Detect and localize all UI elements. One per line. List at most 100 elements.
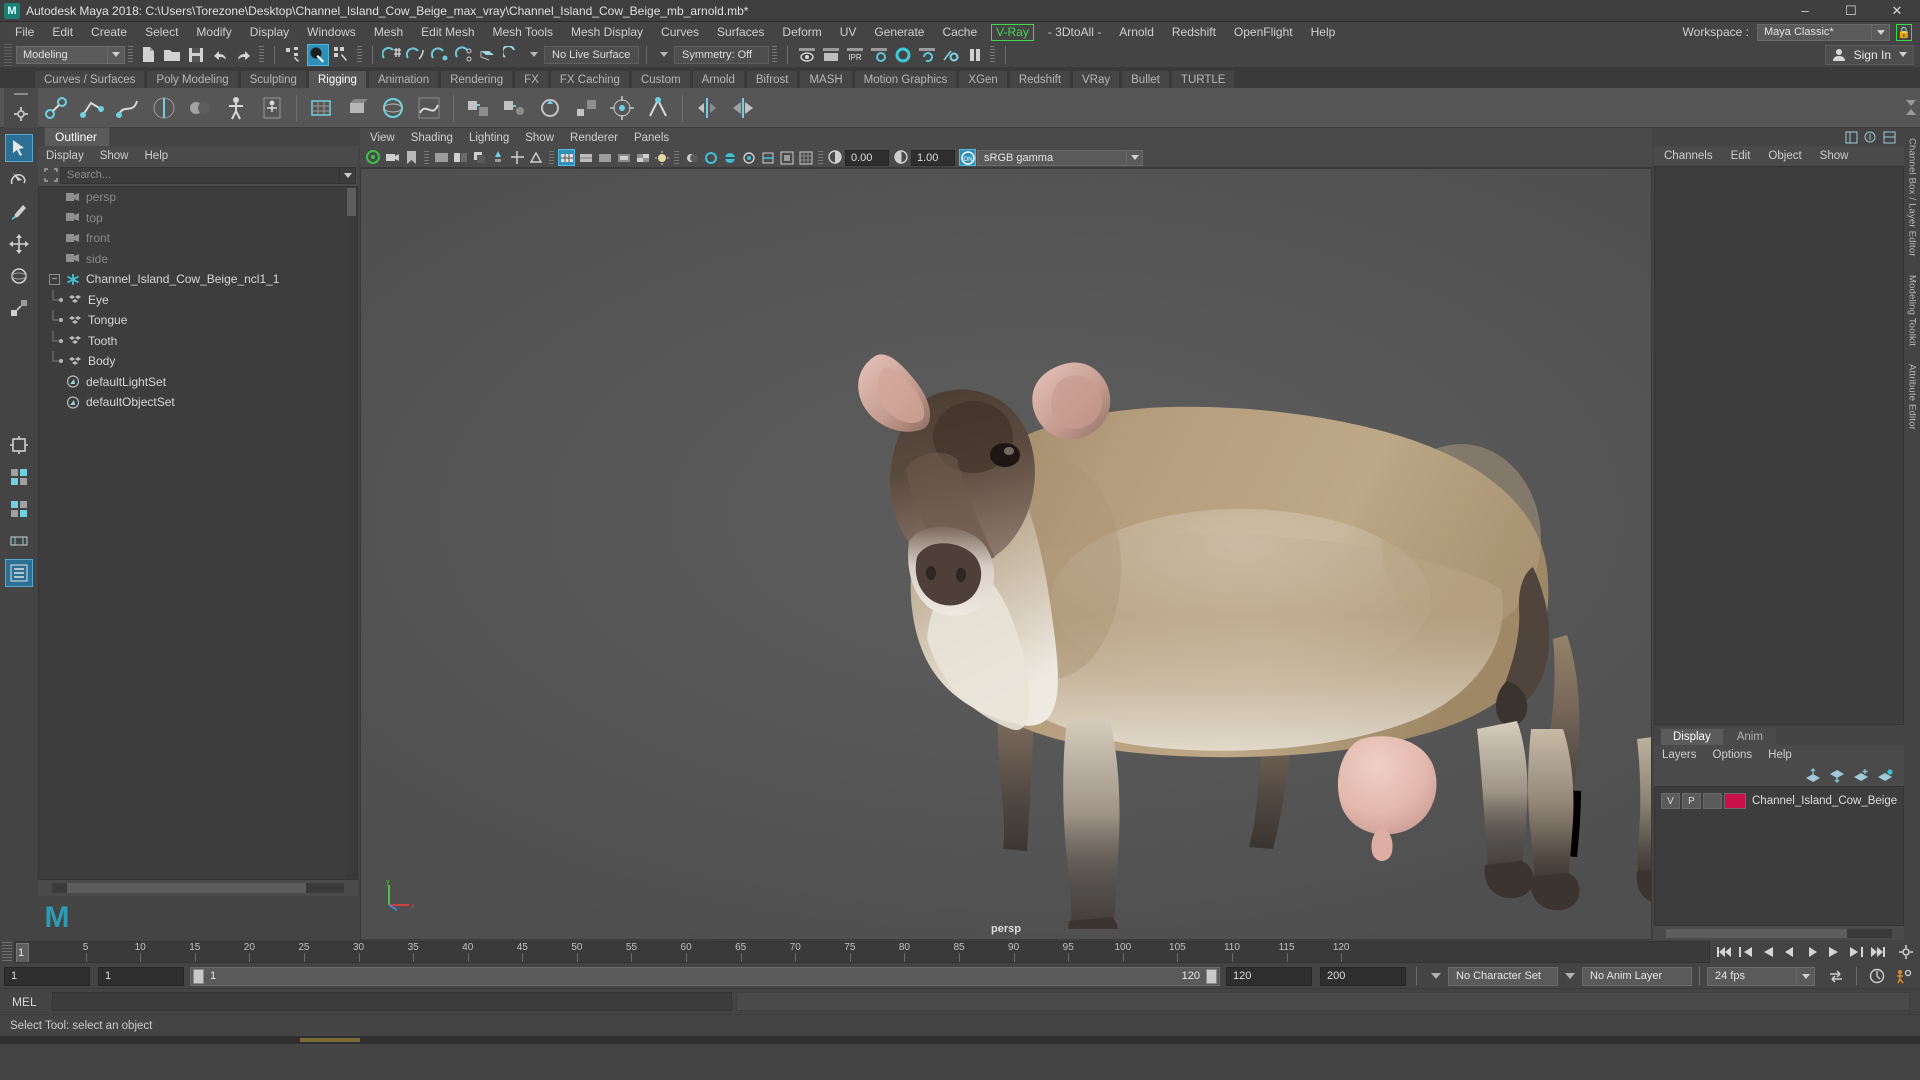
shelf-constraint-point-icon[interactable] <box>498 92 530 124</box>
shelf-paint-weights-icon[interactable] <box>184 92 216 124</box>
redo-icon[interactable] <box>233 44 255 66</box>
shelf-tab-bifrost[interactable]: Bifrost <box>745 70 799 88</box>
lasso-tool[interactable] <box>5 166 33 194</box>
outliner-item-defaultlightset[interactable]: defaultLightSet <box>39 372 357 393</box>
move-layer-up-icon[interactable] <box>1805 767 1822 783</box>
menu-item-select[interactable]: Select <box>136 22 187 42</box>
loop-playback-icon[interactable] <box>1823 966 1849 986</box>
select-hierarchy-icon[interactable] <box>283 44 305 66</box>
channel-box-content[interactable] <box>1654 166 1904 725</box>
time-slider-grip[interactable] <box>2 942 12 962</box>
menu-item--3dtoall-[interactable]: - 3DtoAll - <box>1039 22 1110 42</box>
depth-peel-icon[interactable] <box>759 149 776 166</box>
make-live-icon[interactable] <box>501 44 523 66</box>
recent-tool-1[interactable] <box>5 463 33 491</box>
shelf-tab-mash[interactable]: MASH <box>799 70 853 88</box>
menu-item-redshift[interactable]: Redshift <box>1163 22 1225 42</box>
channelbox-menu-show[interactable]: Show <box>1820 150 1849 162</box>
shelf-cluster-icon[interactable] <box>341 92 373 124</box>
shelf-tab-rendering[interactable]: Rendering <box>440 70 514 88</box>
menu-item-mesh-display[interactable]: Mesh Display <box>562 22 652 42</box>
step-back-key-button[interactable] <box>1736 942 1756 962</box>
menu-item-surfaces[interactable]: Surfaces <box>708 22 773 42</box>
symmetry-field[interactable]: Symmetry: Off <box>674 45 769 64</box>
viewport-menu-lighting[interactable]: Lighting <box>469 132 509 144</box>
viewport-menu-shading[interactable]: Shading <box>411 132 453 144</box>
time-slider-track[interactable]: 1 5 10 15 20 25 30 35 40 45 50 55 60 65 70 75 80 85 90 95 1… <box>14 941 1710 963</box>
animation-preferences-icon[interactable] <box>1892 942 1920 962</box>
workspace-dropdown-icon[interactable] <box>1872 23 1890 41</box>
symmetry-dropdown-icon[interactable] <box>660 52 668 57</box>
new-layer-icon[interactable] <box>1853 768 1870 783</box>
flat-shade-icon[interactable] <box>596 149 613 166</box>
select-camera-icon[interactable] <box>365 149 382 166</box>
move-tool[interactable] <box>5 230 33 258</box>
rotate-tool[interactable] <box>5 262 33 290</box>
shelf-joint-tool-icon[interactable] <box>40 92 72 124</box>
outliner-expander[interactable]: − <box>49 273 60 285</box>
shelf-tab-vray[interactable]: VRay <box>1072 70 1121 88</box>
render-view-icon[interactable] <box>796 44 818 66</box>
shadows-icon[interactable] <box>471 149 488 166</box>
menu-item-help[interactable]: Help <box>1302 22 1345 42</box>
select-component-icon[interactable] <box>331 44 353 66</box>
camera-attributes-icon[interactable] <box>384 149 401 166</box>
render-sequence-icon[interactable] <box>916 44 938 66</box>
menu-item-mesh-tools[interactable]: Mesh Tools <box>484 22 562 42</box>
step-forward-key-button[interactable] <box>1846 942 1866 962</box>
menu-item-cache[interactable]: Cache <box>933 22 986 42</box>
shelf-tab-redshift[interactable]: Redshift <box>1008 70 1072 88</box>
search-input[interactable]: Search... <box>60 166 340 184</box>
gizmo-icon[interactable] <box>509 149 526 166</box>
layer-hscrollbar[interactable] <box>1654 926 1904 940</box>
hw-render-icon[interactable] <box>778 149 795 166</box>
snap-grid-icon[interactable] <box>381 44 403 66</box>
menu-item-file[interactable]: File <box>6 22 43 42</box>
anim-layer-field[interactable]: No Anim Layer <box>1582 966 1692 986</box>
menu-item-uv[interactable]: UV <box>831 22 866 42</box>
shelf-constraint-scale-icon[interactable] <box>570 92 602 124</box>
menu-item-edit-mesh[interactable]: Edit Mesh <box>412 22 483 42</box>
two-sided-lighting-icon[interactable] <box>452 149 469 166</box>
fps-field[interactable]: 24 fps <box>1707 966 1797 986</box>
layer-visibility-toggle[interactable]: V <box>1661 793 1680 809</box>
outliner-hscrollbar[interactable] <box>52 883 344 893</box>
outliner-item-channel-island-cow-beige-ncl1-1[interactable]: − Channel_Island_Cow_Beige_ncl1_1 <box>39 269 357 290</box>
range-start-field[interactable]: 1 <box>4 966 90 986</box>
layer-menu-layers[interactable]: Layers <box>1662 749 1697 761</box>
ao-icon[interactable] <box>702 149 719 166</box>
save-scene-icon[interactable] <box>185 44 207 66</box>
paint-select-tool[interactable] <box>5 198 33 226</box>
shelf-quick-rig-icon[interactable] <box>256 92 288 124</box>
recent-tool-3[interactable] <box>5 527 33 555</box>
outliner-item-tooth[interactable]: Tooth <box>39 330 357 352</box>
live-surface-dropdown-icon[interactable] <box>530 52 538 57</box>
light-icon[interactable] <box>490 149 507 166</box>
shelf-constraint-orient-icon[interactable] <box>534 92 566 124</box>
outliner-item-eye[interactable]: Eye <box>39 289 357 311</box>
outliner-item-side[interactable]: side <box>39 249 357 270</box>
new-scene-icon[interactable] <box>137 44 159 66</box>
minimize-button[interactable]: – <box>1782 0 1828 22</box>
shelf-overflow-icon[interactable] <box>1902 88 1920 128</box>
channelbox-menu-edit[interactable]: Edit <box>1731 150 1751 162</box>
color-transform-dropdown-icon[interactable] <box>1127 149 1143 166</box>
shelf-skin-bind-icon[interactable] <box>148 92 180 124</box>
shelf-tab-rigging[interactable]: Rigging <box>307 70 367 88</box>
workspace-value[interactable]: Maya Classic* <box>1757 23 1872 41</box>
transform-constraint-tool[interactable] <box>5 431 33 459</box>
outliner-menu-help[interactable]: Help <box>145 150 169 162</box>
outliner-menu-show[interactable]: Show <box>100 150 129 162</box>
render-region-icon[interactable] <box>820 44 842 66</box>
recent-tool-2[interactable] <box>5 495 33 523</box>
vertical-tab-attribute-editor[interactable]: Attribute Editor <box>1907 364 1918 430</box>
shelf-constraint-parent-icon[interactable] <box>462 92 494 124</box>
outliner-panel-tool[interactable] <box>5 559 33 587</box>
shelf-tab-arnold[interactable]: Arnold <box>691 70 745 88</box>
viewport-menu-show[interactable]: Show <box>525 132 554 144</box>
channelbox-menu-channels[interactable]: Channels <box>1664 150 1713 162</box>
shelf-ik-handle-icon[interactable] <box>76 92 108 124</box>
close-button[interactable]: ✕ <box>1874 0 1920 22</box>
live-surface-field[interactable]: No Live Surface <box>544 45 639 64</box>
menu-item-edit[interactable]: Edit <box>43 22 82 42</box>
